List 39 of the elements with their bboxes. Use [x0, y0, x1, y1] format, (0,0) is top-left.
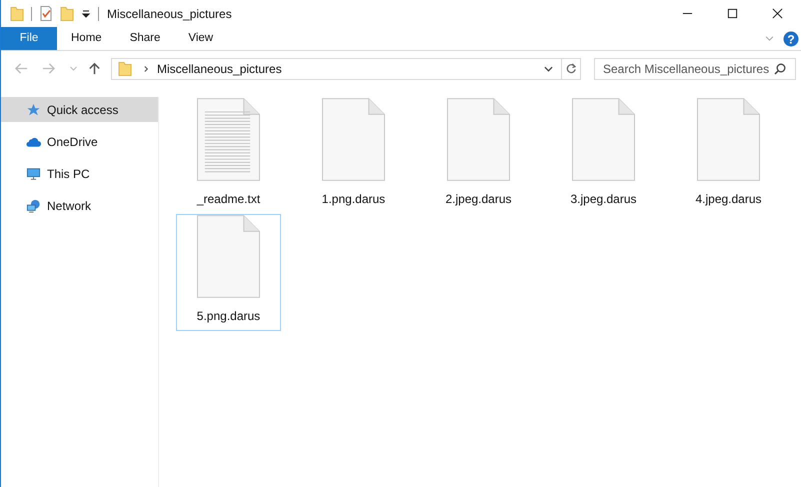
dropdown-caret-icon[interactable] — [544, 66, 553, 72]
blank-document-icon — [322, 98, 385, 181]
ribbon-tab[interactable]: Share — [116, 27, 174, 50]
file-item[interactable]: _readme.txt — [176, 97, 281, 214]
monitor-icon — [26, 166, 41, 180]
file-item[interactable]: 1.png.darus — [301, 97, 406, 214]
ribbon-tab[interactable]: Home — [57, 27, 116, 50]
help-icon[interactable]: ? — [783, 30, 799, 46]
file-item[interactable]: 4.jpeg.darus — [676, 97, 781, 214]
maximize-icon[interactable] — [727, 8, 738, 19]
ribbon-tab[interactable]: File — [1, 27, 57, 50]
sidebar-item[interactable]: OneDrive — [1, 129, 158, 154]
text-document-icon — [197, 98, 260, 181]
folder-icon — [118, 60, 132, 77]
file-item[interactable]: 5.png.darus — [176, 214, 281, 331]
sidebar-item[interactable]: This PC — [1, 161, 158, 186]
search-icon — [774, 62, 786, 74]
chevron-icon[interactable] — [144, 64, 149, 72]
sidebar-item[interactable]: Network — [1, 193, 158, 218]
address-bar[interactable]: Miscellaneous_pictures — [111, 58, 581, 80]
file-item[interactable]: 2.jpeg.darus — [426, 97, 531, 214]
refresh-icon — [566, 63, 576, 74]
blank-document-icon — [197, 215, 260, 298]
properties-icon[interactable] — [39, 5, 53, 22]
blank-document-icon — [572, 98, 635, 181]
window-title: Miscellaneous_pictures — [107, 6, 232, 20]
search-field[interactable]: Search Miscellaneous_pictures — [594, 58, 796, 80]
blank-document-icon — [697, 98, 760, 181]
address-path[interactable]: Miscellaneous_pictures — [157, 62, 536, 76]
dropdown-icon[interactable] — [81, 8, 91, 18]
network-icon — [26, 198, 41, 212]
up-arrow-icon[interactable] — [88, 62, 101, 75]
star-icon — [26, 102, 41, 116]
ribbon-tab[interactable]: View — [174, 27, 228, 50]
blank-document-icon — [447, 98, 510, 181]
sidebar-item[interactable]: Quick access — [1, 97, 158, 122]
close-icon[interactable] — [772, 8, 783, 19]
file-item[interactable]: 3.jpeg.darus — [551, 97, 656, 214]
expand-ribbon-icon[interactable] — [765, 36, 774, 41]
